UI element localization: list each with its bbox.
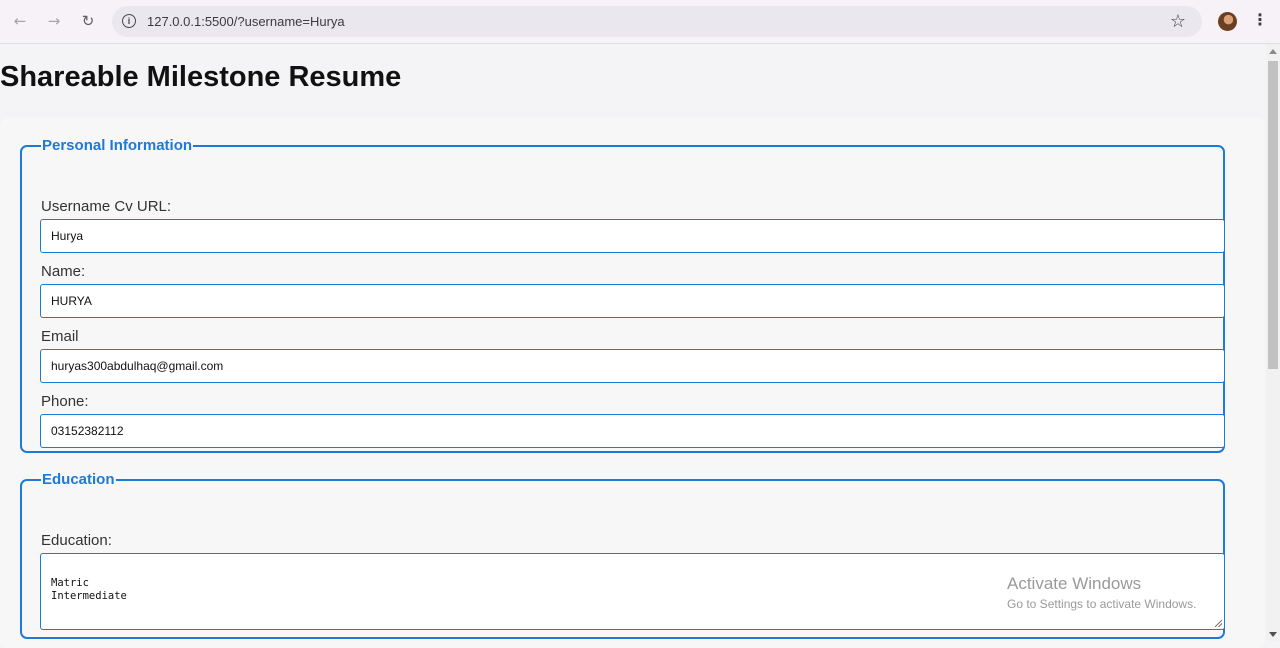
phone-input[interactable]: 03152382112 <box>40 414 1225 448</box>
profile-avatar[interactable] <box>1218 12 1237 31</box>
personal-information-legend: Personal Information <box>42 137 193 154</box>
page-title: Shareable Milestone Resume <box>0 61 402 93</box>
info-icon[interactable]: i <box>122 14 136 28</box>
reload-icon[interactable]: ↻ <box>75 8 101 34</box>
education-text: Matric Intermediate <box>51 577 127 602</box>
address-bar[interactable]: i 127.0.0.1:5500/?username=Hurya ☆ <box>112 6 1202 37</box>
forward-arrow-icon[interactable]: → <box>41 8 67 34</box>
browser-toolbar: ← → ↻ i 127.0.0.1:5500/?username=Hurya ☆… <box>0 0 1280 44</box>
name-label: Name: <box>41 263 86 280</box>
scroll-down-arrow-icon[interactable] <box>1269 632 1277 637</box>
page-scrollbar[interactable] <box>1266 44 1280 641</box>
bookmark-star-icon[interactable]: ☆ <box>1170 11 1186 32</box>
name-input[interactable]: HURYA <box>40 284 1225 318</box>
education-label: Education: <box>41 532 112 549</box>
personal-information-section: Personal Information Username Cv URL: Hu… <box>20 137 1225 453</box>
resize-handle-icon[interactable] <box>1215 620 1222 627</box>
browser-menu-icon[interactable]: ⋮ <box>1252 10 1268 29</box>
scroll-up-arrow-icon[interactable] <box>1269 49 1277 54</box>
email-label: Email <box>41 328 79 345</box>
education-section: Education Education: Matric Intermediate <box>20 471 1225 639</box>
phone-label: Phone: <box>41 393 89 410</box>
education-legend: Education <box>42 471 115 488</box>
watermark-title: Activate Windows <box>1007 574 1142 593</box>
username-input[interactable]: Hurya <box>40 219 1225 253</box>
username-label: Username Cv URL: <box>41 198 172 215</box>
url-text[interactable]: 127.0.0.1:5500/?username=Hurya <box>147 14 345 29</box>
back-arrow-icon[interactable]: ← <box>7 8 33 34</box>
watermark-subtitle: Go to Settings to activate Windows. <box>1007 597 1197 611</box>
activate-windows-watermark: Activate Windows Go to Settings to activ… <box>1007 574 1196 611</box>
scroll-thumb[interactable] <box>1268 61 1278 369</box>
email-input[interactable]: huryas300abdulhaq@gmail.com <box>40 349 1225 383</box>
